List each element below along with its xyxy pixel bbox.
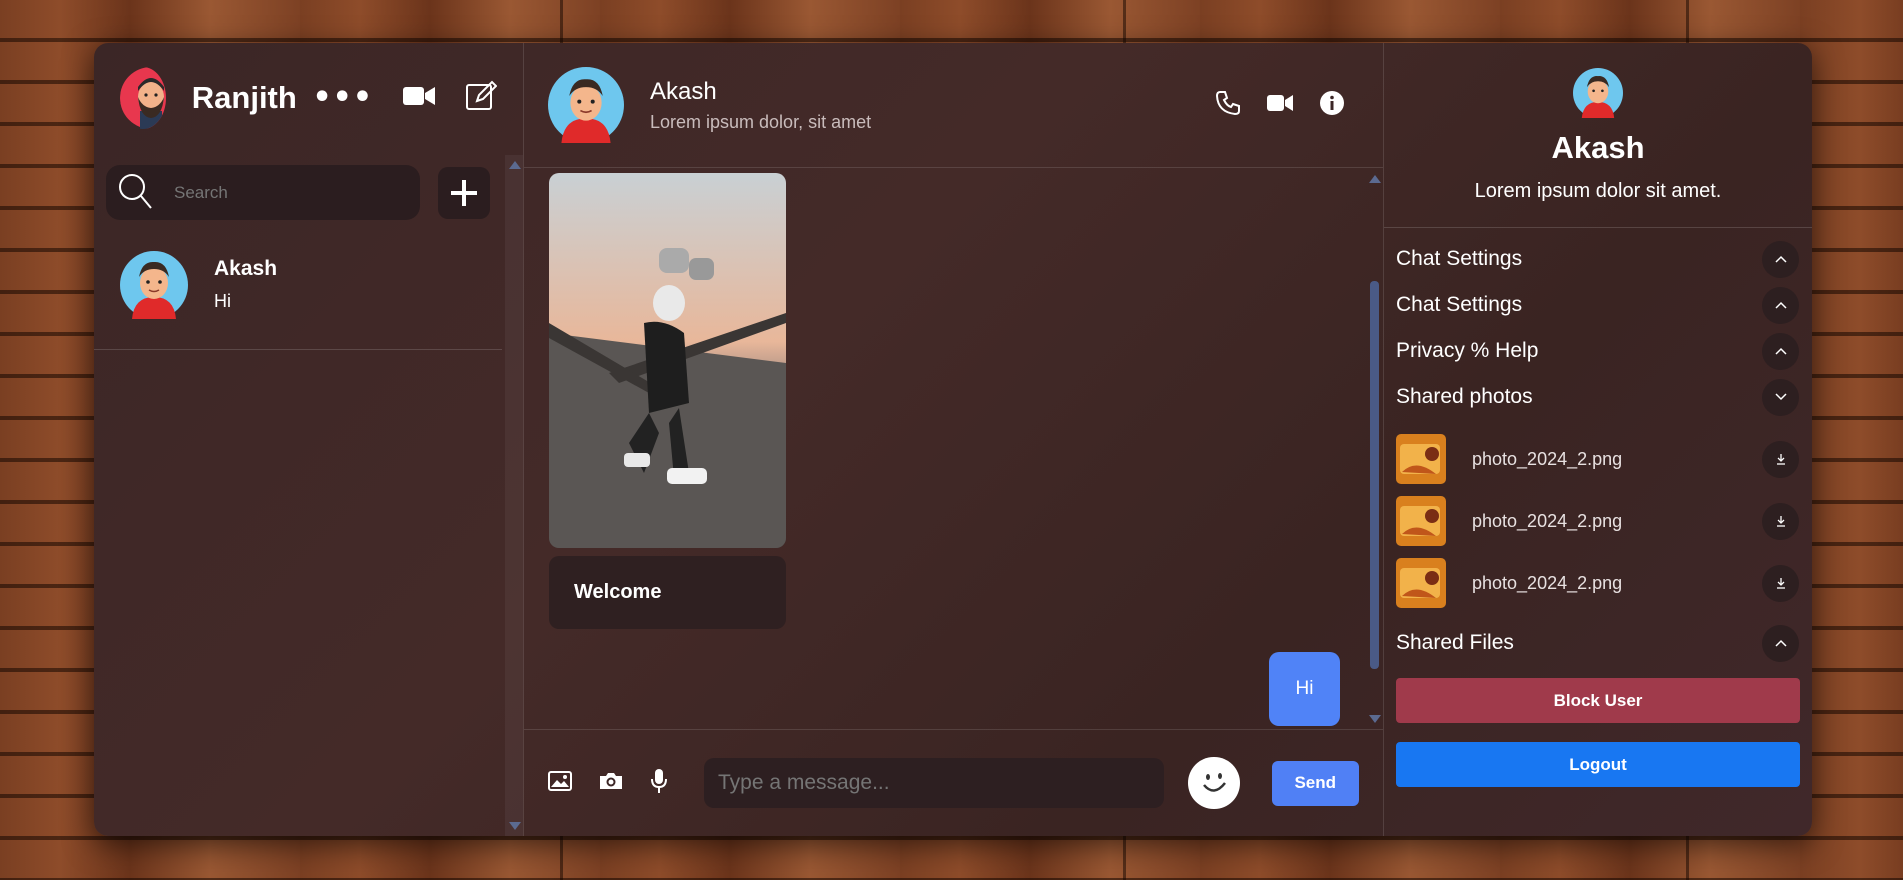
section-chat-settings-2[interactable]: Chat Settings	[1384, 282, 1812, 328]
search-row	[94, 165, 523, 220]
section-title: Shared Files	[1396, 631, 1514, 654]
section-chat-settings[interactable]: Chat Settings	[1384, 236, 1812, 282]
conversation-header: Akash Lorem ipsum dolor, sit amet	[524, 43, 1383, 168]
composer-actions	[548, 768, 668, 798]
chat-list-name: Akash	[214, 257, 278, 280]
user-header: Ranjith •••	[94, 43, 523, 153]
camera-icon[interactable]	[598, 771, 624, 795]
compose-icon[interactable]	[465, 80, 498, 116]
details-avatar	[1573, 68, 1623, 118]
details-description: Lorem ipsum dolor sit amet.	[1474, 180, 1722, 202]
send-button[interactable]: Send	[1271, 760, 1359, 806]
scroll-thumb[interactable]	[1370, 281, 1379, 669]
user-avatar[interactable]	[120, 67, 166, 129]
microphone-icon[interactable]	[650, 768, 668, 798]
chevron-up-icon[interactable]	[1762, 624, 1799, 662]
chat-list-info: Akash Hi	[214, 257, 277, 312]
shared-photo-item[interactable]: photo_2024_2.png	[1384, 490, 1812, 552]
search-box	[106, 165, 420, 220]
photo-filename: photo_2024_2.png	[1472, 572, 1623, 593]
conversation-scrollbar[interactable]	[1365, 173, 1383, 725]
message-list: Welcome Hi	[524, 169, 1383, 726]
conversation-avatar[interactable]	[548, 67, 624, 143]
emoji-icon[interactable]	[1188, 757, 1240, 809]
details-name: Akash	[1551, 130, 1645, 165]
photo-thumbnail	[1396, 496, 1446, 546]
download-icon[interactable]	[1762, 564, 1799, 602]
section-title: Privacy % Help	[1396, 339, 1539, 362]
chat-app: Ranjith ••• Search Akash Hi Akash Lorem …	[94, 43, 1812, 836]
details-panel: Akash Lorem ipsum dolor sit amet. Chat S…	[1384, 43, 1812, 836]
sent-message: Hi	[1269, 652, 1340, 726]
phone-icon[interactable]	[1215, 90, 1241, 120]
section-title: Chat Settings	[1396, 293, 1523, 316]
info-icon[interactable]	[1319, 90, 1345, 120]
section-title: Shared photos	[1396, 385, 1533, 408]
search-input[interactable]	[174, 182, 394, 203]
section-privacy-help[interactable]: Privacy % Help	[1384, 328, 1812, 374]
conversation-info: Akash Lorem ipsum dolor, sit amet	[650, 78, 871, 133]
section-shared-files[interactable]: Shared Files	[1384, 620, 1812, 666]
conversation-actions	[1215, 90, 1345, 120]
download-icon[interactable]	[1762, 440, 1799, 478]
video-call-icon[interactable]	[1267, 94, 1293, 116]
shared-photo-item[interactable]: photo_2024_2.png	[1384, 428, 1812, 490]
photo-filename: photo_2024_2.png	[1472, 448, 1623, 469]
photo-thumbnail	[1396, 558, 1446, 608]
chevron-down-icon[interactable]	[1762, 378, 1799, 416]
conversation-status: Lorem ipsum dolor, sit amet	[650, 111, 872, 132]
photo-thumbnail	[1396, 434, 1446, 484]
chevron-up-icon[interactable]	[1762, 286, 1799, 324]
message-image[interactable]	[549, 173, 786, 548]
message-composer: Send	[524, 729, 1383, 836]
logout-button[interactable]: Logout	[1396, 742, 1800, 787]
conversation-panel: Akash Lorem ipsum dolor, sit amet Welcom…	[524, 43, 1384, 836]
chat-list-last-message: Hi	[214, 291, 231, 311]
download-icon[interactable]	[1762, 502, 1799, 540]
user-name: Ranjith	[191, 80, 297, 115]
details-header: Akash Lorem ipsum dolor sit amet.	[1384, 43, 1812, 228]
chevron-up-icon[interactable]	[1762, 240, 1799, 278]
shared-photo-item[interactable]: photo_2024_2.png	[1384, 552, 1812, 614]
section-shared-photos[interactable]: Shared photos	[1384, 374, 1812, 420]
more-icon[interactable]: •••	[312, 83, 373, 113]
block-user-button[interactable]: Block User	[1396, 678, 1800, 723]
sidebar-scrollbar[interactable]	[505, 155, 523, 836]
add-chat-button[interactable]	[438, 166, 490, 219]
chevron-up-icon[interactable]	[1762, 332, 1799, 370]
message-input[interactable]	[704, 758, 1165, 808]
section-title: Chat Settings	[1396, 247, 1523, 270]
received-message: Welcome	[549, 556, 786, 629]
search-icon	[118, 173, 152, 213]
photo-filename: photo_2024_2.png	[1472, 510, 1623, 531]
video-call-icon[interactable]	[403, 85, 435, 111]
conversation-name: Akash	[650, 77, 717, 105]
scroll-down-arrow[interactable]	[509, 822, 521, 830]
image-icon[interactable]	[548, 771, 572, 795]
contact-avatar	[120, 250, 188, 319]
header-actions: •••	[312, 80, 498, 116]
scroll-up-arrow[interactable]	[509, 161, 521, 169]
scroll-up-arrow[interactable]	[1369, 175, 1381, 183]
scroll-down-arrow[interactable]	[1369, 715, 1381, 723]
left-panel: Ranjith ••• Search Akash Hi	[94, 43, 524, 836]
chat-list-item[interactable]: Akash Hi	[94, 220, 502, 350]
